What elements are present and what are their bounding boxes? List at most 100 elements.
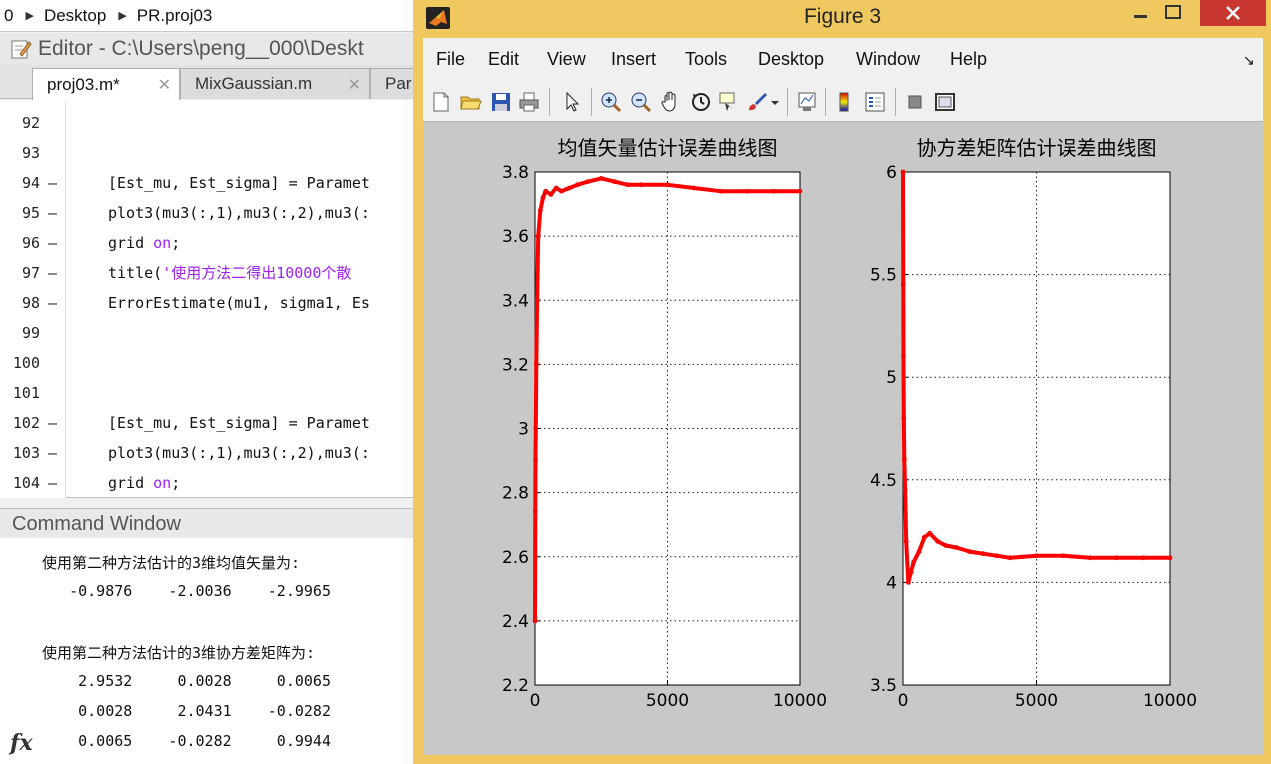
code-text: title('使用方法二得出10000个散: [108, 258, 351, 288]
breadcrumb-item[interactable]: Desktop: [40, 6, 110, 26]
code-text: plot3(mu3(:,1),mu3(:,2),mu3(:: [108, 198, 370, 228]
line-number: 96: [21, 234, 40, 252]
chart-title: 均值矢量估计误差曲线图: [558, 136, 778, 160]
menu-desktop[interactable]: Desktop: [758, 49, 824, 70]
breakpoint-dash[interactable]: —: [48, 468, 57, 498]
code-text: ErrorEstimate(mu1, sigma1, Es: [108, 288, 370, 318]
breadcrumb-arrow-icon[interactable]: ▶: [17, 9, 39, 22]
series-point: [771, 188, 776, 194]
print-icon[interactable]: [517, 90, 541, 114]
series-point: [916, 549, 922, 555]
series-point: [638, 182, 644, 188]
menu-window[interactable]: Window: [856, 49, 920, 70]
new-figure-icon[interactable]: [429, 90, 453, 114]
series-point: [665, 182, 670, 188]
brush-icon[interactable]: [745, 90, 769, 114]
code-line[interactable]: 104 — grid on;: [0, 468, 413, 498]
breadcrumb-item[interactable]: 0: [0, 6, 17, 26]
breadcrumb-arrow-icon[interactable]: ▶: [110, 9, 132, 22]
maximize-button[interactable]: [1158, 2, 1188, 26]
pan-hand-icon[interactable]: [659, 90, 683, 114]
tab-par[interactable]: Par: [370, 68, 413, 99]
code-editor[interactable]: 92 93 94 — [Est_mu, Est_sigma] = Paramet 95 — p…: [0, 100, 413, 498]
code-line[interactable]: 96 — grid on;: [0, 228, 413, 258]
pointer-arrow-icon[interactable]: [559, 90, 583, 114]
hide-plot-tools-icon[interactable]: [903, 90, 927, 114]
y-tick-label: 2.2: [502, 676, 529, 696]
code-line[interactable]: 98 — ErrorEstimate(mu1, sigma1, Es: [0, 288, 413, 318]
close-button[interactable]: [1200, 0, 1266, 26]
code-line[interactable]: 92: [0, 108, 413, 138]
code-text: plot3(mu3(:,1),mu3(:,2),mu3(:: [108, 438, 370, 468]
series-point: [540, 195, 546, 201]
breakpoint-dash[interactable]: —: [48, 258, 57, 288]
chart-1[interactable]: 0 5000 10000 2.2 2.4 2.6 2.8 3 3.2 3.4 3.6 3.8 均值矢量估…: [502, 136, 827, 711]
figure-title-bar[interactable]: Figure 3: [414, 0, 1271, 38]
code-line[interactable]: 101: [0, 378, 413, 408]
y-tick-label: 3: [518, 420, 529, 440]
show-plot-tools-icon[interactable]: [933, 90, 957, 114]
breakpoint-dash[interactable]: —: [48, 408, 57, 438]
code-line[interactable]: 100: [0, 348, 413, 378]
menu-insert[interactable]: Insert: [611, 49, 656, 70]
close-icon[interactable]: ✕: [348, 75, 361, 95]
series-point: [532, 509, 538, 515]
y-tick-label: 3.5: [870, 676, 897, 696]
menu-help[interactable]: Help: [950, 49, 987, 70]
close-icon[interactable]: ✕: [158, 75, 171, 95]
code-line[interactable]: 95 — plot3(mu3(:,1),mu3(:,2),mu3(:: [0, 198, 413, 228]
breakpoint-dash[interactable]: —: [48, 228, 57, 258]
colorbar-icon[interactable]: [833, 90, 857, 114]
series-point: [900, 282, 906, 288]
zoom-out-icon[interactable]: [629, 90, 653, 114]
menu-file[interactable]: File: [436, 49, 465, 70]
line-number: 95: [21, 204, 40, 222]
code-line[interactable]: 97 — title('使用方法二得出10000个散: [0, 258, 413, 288]
zoom-in-icon[interactable]: [599, 90, 623, 114]
editor-title-bar: Editor - C:\Users\peng__000\Deskt: [0, 33, 413, 65]
series-point: [901, 354, 906, 360]
menu-tools[interactable]: Tools: [685, 49, 727, 70]
series-point: [911, 559, 917, 565]
breakpoint-dash[interactable]: —: [48, 438, 57, 468]
legend-icon[interactable]: [863, 90, 887, 114]
data-cursor-icon[interactable]: [717, 90, 741, 114]
code-line[interactable]: 102 — [Est_mu, Est_sigma] = Paramet: [0, 408, 413, 438]
tab-mixgaussian[interactable]: MixGaussian.m ✕: [180, 68, 370, 99]
breadcrumb-item[interactable]: PR.proj03: [133, 6, 217, 26]
series-point: [980, 551, 986, 557]
code-line[interactable]: 103 — plot3(mu3(:,1),mu3(:,2),mu3(:: [0, 438, 413, 468]
command-output-line: 0.0028 2.0431 -0.0282: [42, 702, 331, 720]
save-icon[interactable]: [489, 90, 513, 114]
series-point: [537, 208, 543, 213]
brush-dropdown-icon[interactable]: [769, 90, 781, 114]
breakpoint-dash[interactable]: —: [48, 288, 57, 318]
figure-client: File Edit View Insert Tools Desktop Wind…: [423, 38, 1263, 755]
fx-prompt-icon[interactable]: fx: [10, 730, 33, 756]
menu-edit[interactable]: Edit: [488, 49, 519, 70]
rotate-3d-icon[interactable]: [689, 90, 713, 114]
code-segment: grid: [108, 474, 154, 492]
line-number: 99: [21, 324, 40, 342]
breakpoint-dash[interactable]: —: [48, 168, 57, 198]
series-point: [535, 233, 541, 239]
series-point: [1007, 555, 1013, 561]
dock-arrow-icon[interactable]: ↘: [1243, 52, 1255, 69]
figure-canvas[interactable]: 0 5000 10000 2.2 2.4 2.6 2.8 3 3.2 3.4 3.6 3.8 均值矢量估…: [423, 123, 1263, 755]
menu-view[interactable]: View: [547, 49, 586, 70]
y-tick-label: 4.5: [870, 471, 897, 491]
minimize-button[interactable]: [1126, 2, 1156, 26]
y-tick-label: 3.2: [502, 355, 529, 375]
tab-proj03[interactable]: proj03.m* ✕: [32, 68, 180, 100]
y-tick-label: 5: [886, 368, 897, 388]
code-line[interactable]: 99: [0, 318, 413, 348]
chart-2[interactable]: 0 5000 10000 3.5 4 4.5 5 5.5 6 协方差矩阵估计误差曲线图: [870, 136, 1197, 711]
x-tick-label: 0: [898, 691, 909, 711]
breakpoint-dash[interactable]: —: [48, 198, 57, 228]
code-line[interactable]: 94 — [Est_mu, Est_sigma] = Paramet: [0, 168, 413, 198]
link-plot-icon[interactable]: [795, 90, 819, 114]
code-line[interactable]: 93: [0, 138, 413, 168]
command-window[interactable]: 使用第二种方法估计的3维均值矢量为: -0.9876 -2.0036 -2.99…: [0, 538, 413, 764]
open-folder-icon[interactable]: [459, 90, 483, 114]
code-segment: [Est_mu, Est_sigma] = Paramet: [108, 174, 370, 192]
